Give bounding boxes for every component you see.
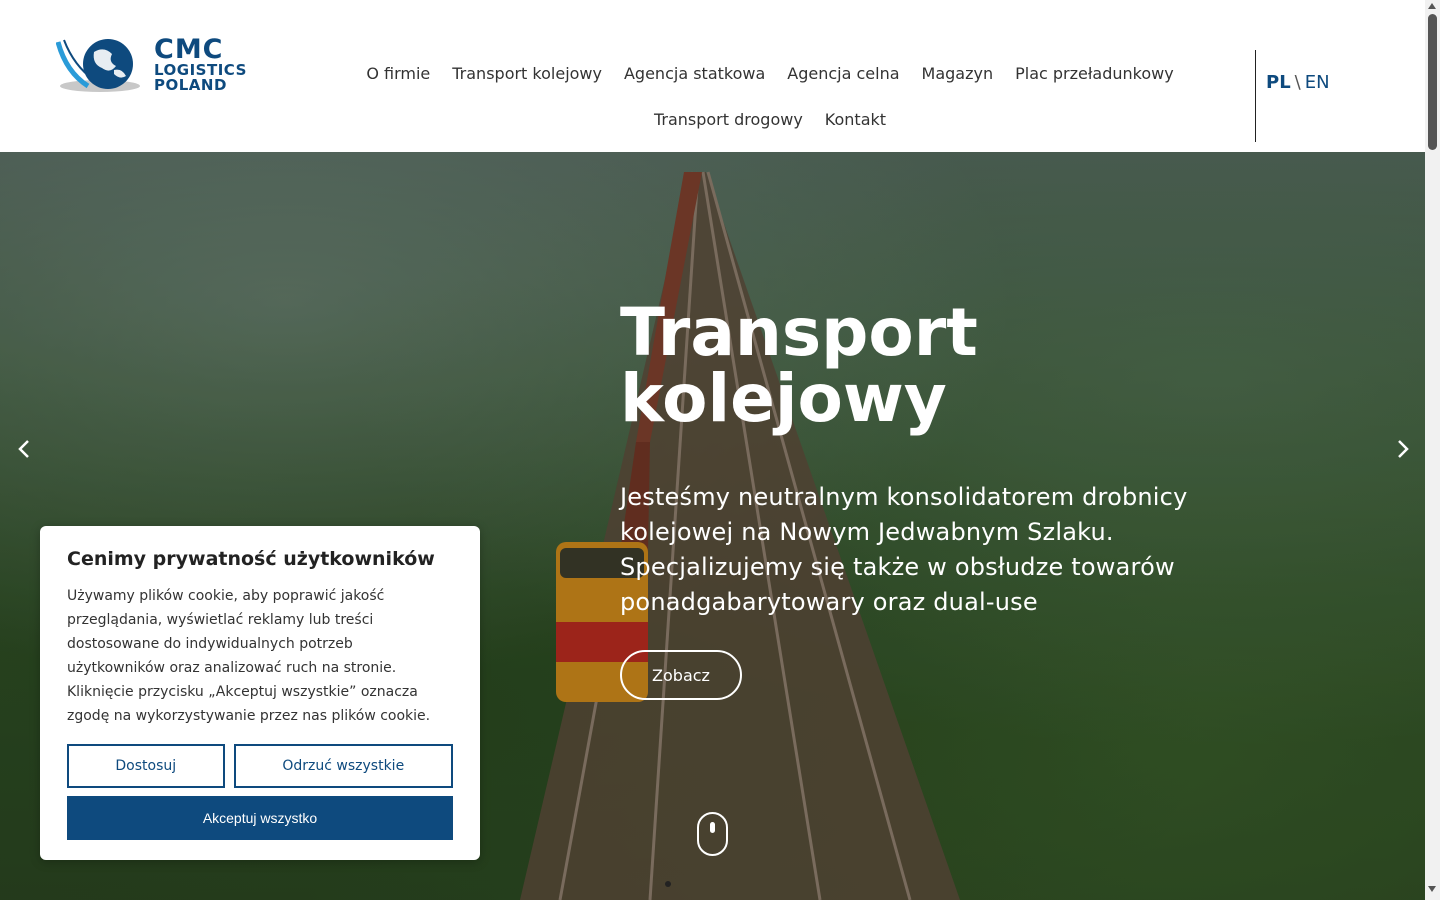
customize-button[interactable]: Dostosuj	[67, 744, 225, 788]
slider-prev-button[interactable]	[10, 434, 40, 464]
nav-item-o-firmie[interactable]: O firmie	[366, 64, 430, 83]
scroll-down-mouse-icon[interactable]	[697, 812, 728, 856]
company-logo[interactable]: CMC LOGISTICS POLAND	[56, 34, 256, 96]
logo-text-poland: POLAND	[154, 76, 227, 94]
main-navigation: O firmie Transport kolejowy Agencja stat…	[340, 50, 1200, 142]
header-divider	[1255, 50, 1256, 142]
nav-item-agencja-statkowa[interactable]: Agencja statkowa	[624, 64, 765, 83]
lang-separator: \	[1294, 72, 1301, 93]
chevron-right-icon	[1398, 440, 1409, 458]
hero-title-line2: kolejowy	[620, 360, 947, 437]
chevron-left-icon	[18, 440, 29, 458]
nav-item-plac-przeladunkowy[interactable]: Plac przeładunkowy	[1015, 64, 1174, 83]
scroll-down-arrow-icon[interactable]	[1428, 886, 1436, 892]
scrollbar-thumb[interactable]	[1428, 14, 1437, 150]
hero-description: Jesteśmy neutralnym konsolidatorem drobn…	[620, 483, 1188, 616]
nav-item-kontakt[interactable]: Kontakt	[825, 110, 886, 129]
logo-text-cmc: CMC	[154, 34, 224, 65]
globe-logo-icon	[56, 39, 140, 92]
lang-en[interactable]: EN	[1305, 72, 1330, 93]
nav-item-transport-drogowy[interactable]: Transport drogowy	[654, 110, 803, 129]
nav-item-transport-kolejowy[interactable]: Transport kolejowy	[452, 64, 602, 83]
nav-item-magazyn[interactable]: Magazyn	[922, 64, 994, 83]
scroll-up-arrow-icon[interactable]	[1428, 3, 1436, 9]
page-scrollbar[interactable]	[1425, 0, 1440, 900]
slider-next-button[interactable]	[1388, 434, 1418, 464]
accept-all-button[interactable]: Akceptuj wszystko	[67, 796, 453, 840]
zobacz-button[interactable]: Zobacz	[620, 650, 742, 700]
language-switcher: PL \ EN	[1266, 72, 1330, 93]
slider-dot[interactable]	[665, 881, 671, 887]
lang-pl[interactable]: PL	[1266, 72, 1291, 93]
site-header: CMC LOGISTICS POLAND O firmie Transport …	[0, 0, 1425, 152]
hero-title: Transport kolejowy	[620, 300, 1320, 432]
cookie-text: Używamy plików cookie, aby poprawić jako…	[67, 588, 431, 724]
reject-all-button[interactable]: Odrzuć wszystkie	[233, 744, 453, 788]
cookie-title: Cenimy prywatność użytkowników	[67, 548, 435, 570]
cookie-consent-panel: Cenimy prywatność użytkowników Używamy p…	[40, 526, 480, 860]
nav-item-agencja-celna[interactable]: Agencja celna	[787, 64, 899, 83]
